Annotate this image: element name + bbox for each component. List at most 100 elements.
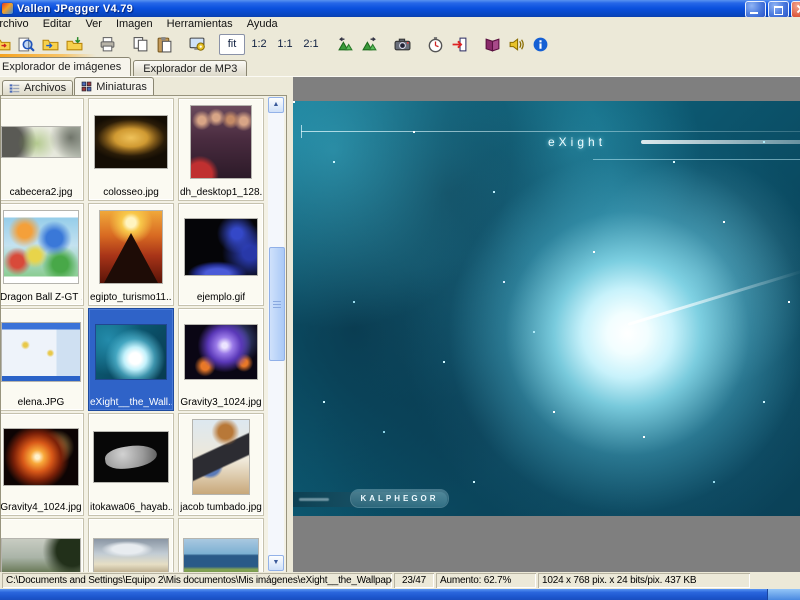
copy-icon [132,36,149,53]
zoom-1:2-button[interactable]: 1:2 [247,35,271,54]
thumbnail-egipto-turismo11[interactable]: egipto_turismo11.... [88,203,174,306]
thumbnail-art-gravity4 [4,429,78,485]
thumbnail-partial-14[interactable] [178,518,264,573]
next-image-button[interactable] [357,33,381,55]
browse-preview-icon [18,36,35,53]
thumbnail-image [0,309,83,395]
thumbnail-art-ejemplo [185,219,257,275]
capture-button[interactable] [390,33,414,55]
panel-tabs: ArchivosMiniaturas [2,77,289,95]
thumbnail-art-jacob [193,420,249,494]
tab-miniaturas[interactable]: Miniaturas [74,77,154,95]
slideshow-timer-button[interactable] [423,33,447,55]
main-tab-strip: Explorador de imágenesExplorador de MP3 [0,57,800,76]
copy-button[interactable] [128,33,152,55]
taskbar-edge [0,589,800,600]
menu-item-imagen[interactable]: Imagen [109,17,160,31]
close-button[interactable] [791,1,800,18]
thumbnail-art-city2 [94,539,168,573]
move-file-button[interactable] [38,33,62,55]
thumbnail-image [179,519,263,573]
scrollbar-thumb[interactable] [269,247,285,361]
capture-icon [394,36,411,53]
thumbnail-art-gravity3 [185,325,257,379]
thumbnail-partial-12[interactable] [0,518,84,573]
paste-button[interactable] [152,33,176,55]
taskbar-edge-right [767,589,800,600]
restore-icon [774,6,783,15]
grid-icon [81,81,92,92]
prev-image-icon [337,36,354,53]
vertical-scrollbar[interactable]: ▲ ▼ [268,97,284,571]
menu-item-ver[interactable]: Ver [78,17,109,31]
menu-item-ayuda[interactable]: Ayuda [240,17,285,31]
browser-panel: ArchivosMiniaturas cabecera2.jpg colosseo… [0,77,289,573]
thumbnail-ejemplo-gif[interactable]: ejemplo.gif [178,203,264,306]
thumbnail-art-desktop1 [191,106,251,178]
thumbnail-dh-desktop1-128[interactable]: dh_desktop1_128... [178,98,264,201]
prev-image-button[interactable] [333,33,357,55]
list-icon [9,83,20,94]
save-file-button[interactable] [62,33,86,55]
minimize-button[interactable] [745,1,766,18]
thumbnail-filename: elena.JPG [18,395,65,410]
thumbnail-image [89,204,173,290]
image-caption-badge: KALPHEGOR [351,490,448,507]
sound-button[interactable] [504,33,528,55]
info-button[interactable] [528,33,552,55]
zoom-1:1-button[interactable]: 1:1 [273,35,297,54]
thumbnail-jacob-tumbado-jpg[interactable]: jacob tumbado.jpg [178,413,264,516]
thumbnail-partial-13[interactable] [88,518,174,573]
scroll-down-button[interactable]: ▼ [268,555,284,571]
tab-image-explorer[interactable]: Explorador de imágenes [0,57,131,76]
tab-mp3-explorer[interactable]: Explorador de MP3 [133,60,247,76]
thumbnail-filename: colosseo.jpg [103,185,159,200]
thumbnail-exight-the-wall[interactable]: eXight__the_Wall... [88,308,174,411]
print-button[interactable] [95,33,119,55]
thumbnail-filename: cabecera2.jpg [10,185,73,200]
thumbnail-image [0,414,83,500]
thumbnail-grid: cabecera2.jpg colosseo.jpg dh_desktop1_128… [0,97,266,573]
display-settings-button[interactable] [185,33,209,55]
thumbnail-art-egipto [100,211,162,283]
thumbnail-art-itokawa [94,432,168,482]
restore-button[interactable] [768,1,789,18]
thumbnail-art-colosseo [95,116,167,168]
image-viewer: eXight KALPHEGOR [293,77,800,573]
thumbnail-image [89,309,173,395]
thumbnail-elena-jpg[interactable]: elena.JPG [0,308,84,411]
thumbnail-dragon-ball-z-gt[interactable]: Dragon Ball Z-GT ... [0,203,84,306]
thumbnail-image [89,519,173,573]
thumbnail-art-coast [184,539,258,573]
main-tabs: Explorador de imágenesExplorador de MP3 [0,57,800,76]
menu-item-archivo[interactable]: Archivo [0,17,36,31]
thumbnail-panel: cabecera2.jpg colosseo.jpg dh_desktop1_128… [0,95,287,573]
thumbnail-colosseo-jpg[interactable]: colosseo.jpg [88,98,174,201]
thumbnail-gravity3-1024-jpg[interactable]: Gravity3_1024.jpg [178,308,264,411]
title-bar[interactable]: Vallen JPegger V4.79 [0,0,800,17]
zoom-2:1-button[interactable]: 2:1 [299,35,323,54]
display-settings-icon [189,36,206,53]
thumbnail-itokawa06-hayab[interactable]: itokawa06_hayab... [88,413,174,516]
save-file-icon [66,36,83,53]
status-image-info: 1024 x 768 pix. x 24 bits/pix. 437 KB [538,573,750,588]
scroll-up-button[interactable]: ▲ [268,97,284,113]
thumbnail-filename: Gravity4_1024.jpg [0,500,81,515]
open-folder-button[interactable] [0,33,14,55]
menu-item-herramientas[interactable]: Herramientas [160,17,240,31]
viewer-image[interactable]: eXight KALPHEGOR [293,101,800,516]
help-book-button[interactable] [480,33,504,55]
image-overlay-caption: KALPHEGOR [360,494,438,503]
status-zoom-level: Aumento: 62.7% [436,573,536,588]
thumbnail-art-cabecera [2,127,80,157]
thumbnail-cabecera2-jpg[interactable]: cabecera2.jpg [0,98,84,201]
thumbnail-gravity4-1024-jpg[interactable]: Gravity4_1024.jpg [0,413,84,516]
browse-preview-button[interactable] [14,33,38,55]
exit-button[interactable] [447,33,471,55]
thumbnail-image [0,204,83,290]
menu-item-editar[interactable]: Editar [36,17,79,31]
zoom-fit-button[interactable]: fit [219,34,245,55]
tab-archivos[interactable]: Archivos [2,80,73,95]
menu-bar-items: ArchivoEditarVerImagenHerramientasAyuda [0,17,285,31]
thumbnail-image [179,204,263,290]
